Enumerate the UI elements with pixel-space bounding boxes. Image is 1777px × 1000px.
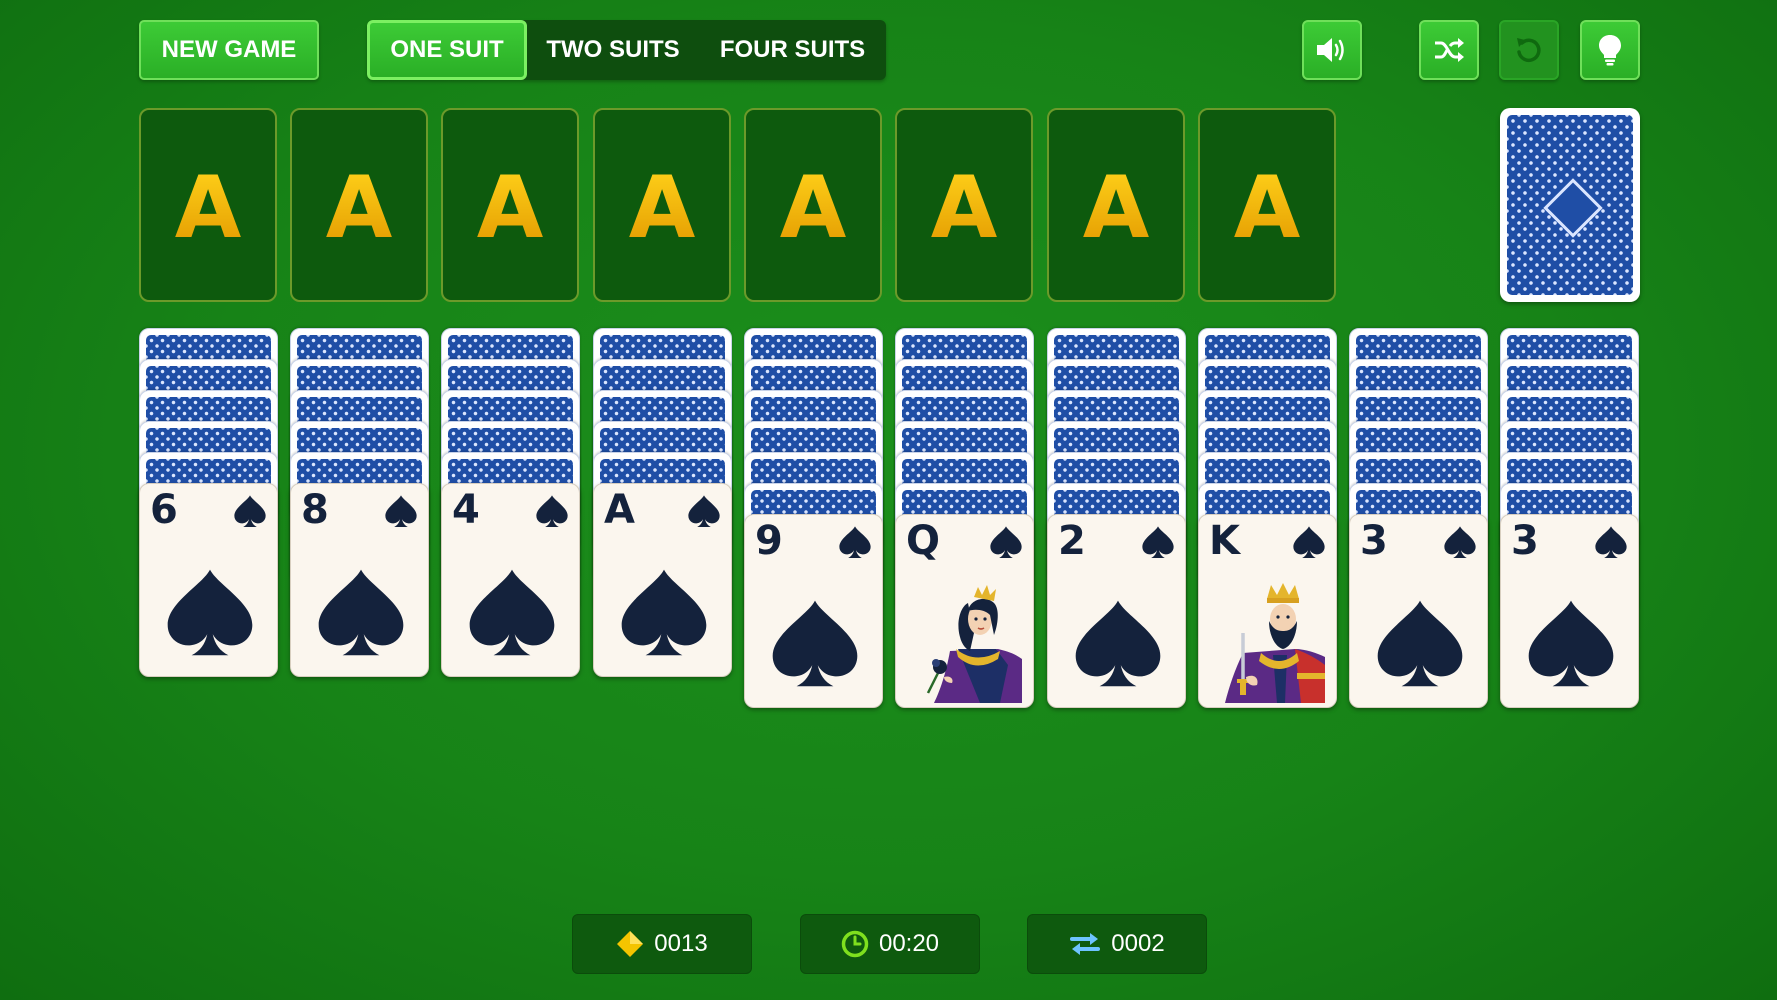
one-suit-option[interactable]: ONE SUIT (367, 20, 527, 80)
spade-icon (1072, 597, 1164, 689)
card-rank: 2 (1058, 518, 1086, 564)
card-rank: 6 (150, 487, 178, 533)
foundation-slot: A (1047, 108, 1185, 302)
foundation-slot: A (139, 108, 277, 302)
foundation-letter: A (1233, 158, 1301, 258)
spade-icon (769, 597, 861, 689)
hint-bulb-icon (1599, 35, 1621, 66)
card-rank: 4 (452, 487, 480, 533)
card-rank: Q (906, 518, 941, 564)
spade-icon (1141, 525, 1175, 559)
suit-selector: ONE SUIT TWO SUITS FOUR SUITS (367, 20, 886, 80)
moves-value: 0002 (1111, 930, 1165, 957)
shuffle-button[interactable] (1419, 20, 1479, 80)
score-value: 0013 (654, 930, 708, 957)
card-rank: 3 (1511, 518, 1539, 564)
face-up-card[interactable]: 3 (1349, 514, 1488, 708)
spade-icon (384, 494, 418, 528)
foundation-slot: A (593, 108, 731, 302)
shuffle-icon (1435, 38, 1464, 62)
face-up-card[interactable]: 2 (1047, 514, 1186, 708)
spade-icon (618, 566, 710, 658)
swap-arrows-icon (1070, 933, 1101, 955)
card-rank: K (1209, 518, 1240, 564)
timer-display: 00:20 (800, 914, 980, 974)
speaker-icon (1317, 38, 1344, 62)
spade-icon (535, 494, 569, 528)
foundation-letter: A (174, 158, 242, 258)
foundation-letter: A (325, 158, 393, 258)
spade-icon (164, 566, 256, 658)
spade-icon (315, 566, 407, 658)
undo-button[interactable] (1499, 20, 1559, 80)
spade-icon (1594, 525, 1628, 559)
card-rank: A (604, 487, 635, 533)
face-up-card[interactable]: 4 (441, 483, 580, 677)
score-display: 0013 (572, 914, 752, 974)
spade-icon (1292, 525, 1326, 559)
queen-portrait (910, 573, 1022, 703)
face-up-card[interactable]: Q (895, 514, 1034, 708)
new-game-button[interactable]: NEW GAME (139, 20, 319, 80)
stock-pile[interactable] (1500, 108, 1640, 302)
spade-icon (989, 525, 1023, 559)
card-rank: 3 (1360, 518, 1388, 564)
foundation-letter: A (930, 158, 998, 258)
face-up-card[interactable]: 8 (290, 483, 429, 677)
spade-icon (233, 494, 267, 528)
face-up-card[interactable]: 9 (744, 514, 883, 708)
king-portrait (1213, 573, 1325, 703)
foundation-slot: A (441, 108, 579, 302)
foundation-letter: A (779, 158, 847, 258)
foundation-letter: A (628, 158, 696, 258)
face-up-card[interactable]: 3 (1500, 514, 1639, 708)
foundation-slot: A (744, 108, 882, 302)
timer-value: 00:20 (878, 930, 940, 957)
spade-icon (466, 566, 558, 658)
foundation-letter: A (1082, 158, 1150, 258)
foundation-letter: A (476, 158, 544, 258)
foundation-slot: A (895, 108, 1033, 302)
spade-icon (1374, 597, 1466, 689)
undo-icon (1517, 38, 1541, 62)
face-up-card[interactable]: K (1198, 514, 1337, 708)
four-suits-option[interactable]: FOUR SUITS (699, 20, 886, 80)
face-up-card[interactable]: 6 (139, 483, 278, 677)
hint-button[interactable] (1580, 20, 1640, 80)
spade-icon (838, 525, 872, 559)
card-rank: 9 (755, 518, 783, 564)
two-suits-option[interactable]: TWO SUITS (527, 20, 699, 80)
spade-icon (1525, 597, 1617, 689)
face-up-card[interactable]: A (593, 483, 732, 677)
sound-button[interactable] (1302, 20, 1362, 80)
spade-icon (687, 494, 721, 528)
moves-display: 0002 (1027, 914, 1207, 974)
spade-icon (1443, 525, 1477, 559)
foundation-slot: A (1198, 108, 1336, 302)
clock-icon (841, 930, 869, 958)
diamond-icon (617, 931, 644, 957)
card-rank: 8 (301, 487, 329, 533)
foundation-slot: A (290, 108, 428, 302)
